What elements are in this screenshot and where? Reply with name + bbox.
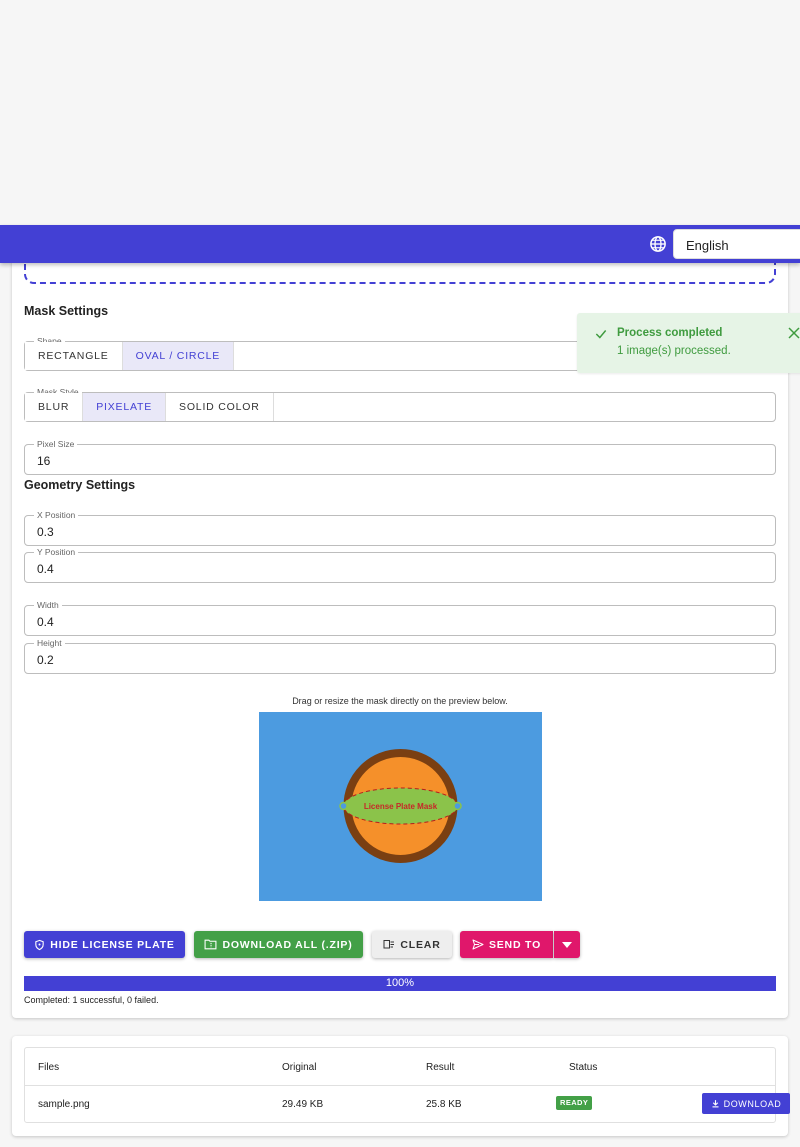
check-icon — [595, 330, 607, 339]
pixel-size-field[interactable]: Pixel Size 16 — [24, 439, 776, 475]
toast-title: Process completed — [617, 327, 723, 339]
status-badge: READY — [556, 1096, 593, 1110]
x-position-legend: X Position — [34, 510, 79, 520]
folder-zip-icon — [204, 939, 217, 950]
app-bar: English — [0, 225, 800, 263]
files-table: Files Original Result Status sample.png … — [24, 1047, 790, 1123]
language-select[interactable]: English — [673, 229, 800, 259]
height-field[interactable]: Height 0.2 — [24, 638, 776, 674]
width-input[interactable]: 0.4 — [37, 615, 54, 629]
download-label: DOWNLOAD — [723, 1098, 782, 1109]
height-input[interactable]: 0.2 — [37, 653, 54, 667]
download-all-zip-button[interactable]: DOWNLOAD ALL (.ZIP) — [194, 931, 363, 958]
width-field[interactable]: Width 0.4 — [24, 600, 776, 636]
header-result: Result — [426, 1062, 455, 1073]
shape-oval-button[interactable]: OVAL / CIRCLE — [122, 342, 235, 370]
files-card: Files Original Result Status sample.png … — [12, 1036, 790, 1136]
geometry-settings-title: Geometry Settings — [24, 478, 136, 492]
preview-canvas: License Plate Mask — [339, 749, 462, 863]
progress-label: 100% — [385, 977, 415, 989]
progress-status: Completed: 1 successful, 0 failed. — [24, 995, 159, 1005]
mask-resize-handle-left[interactable] — [339, 801, 348, 811]
close-icon[interactable] — [788, 327, 800, 339]
cell-file: sample.png — [38, 1099, 90, 1110]
progress-bar: 100% — [24, 976, 776, 991]
pixel-size-legend: Pixel Size — [34, 439, 78, 449]
caret-down-icon — [562, 941, 572, 948]
success-toast: Process completed 1 image(s) processed. — [577, 313, 800, 373]
style-blur-button[interactable]: BLUR — [25, 393, 84, 421]
globe-icon[interactable] — [649, 235, 667, 253]
send-to-dropdown-button[interactable] — [554, 931, 580, 958]
height-legend: Height — [34, 638, 65, 648]
clear-button[interactable]: CLEAR — [372, 931, 452, 958]
style-solid-color-button[interactable]: SOLID COLOR — [166, 393, 274, 421]
header-files: Files — [38, 1062, 60, 1073]
shape-toggle-group: RECTANGLE OVAL / CIRCLE — [25, 342, 235, 370]
shield-icon — [35, 939, 44, 950]
mask-settings-title: Mask Settings — [24, 304, 109, 318]
x-position-field[interactable]: X Position 0.3 — [24, 510, 776, 546]
y-position-legend: Y Position — [34, 547, 79, 557]
header-original: Original — [282, 1062, 317, 1073]
hide-license-plate-label: HIDE LICENSE PLATE — [50, 938, 175, 951]
toast-message: 1 image(s) processed. — [617, 345, 731, 357]
mask-label: License Plate Mask — [364, 802, 438, 811]
cell-original: 29.49 KB — [282, 1099, 324, 1110]
cell-result: 25.8 KB — [426, 1099, 462, 1110]
mask-style-toggle-group: BLUR PIXELATE SOLID COLOR — [25, 393, 274, 421]
send-to-button[interactable]: SEND TO — [460, 931, 553, 958]
send-icon — [472, 939, 484, 950]
download-icon — [712, 1100, 719, 1108]
image-preview[interactable]: License Plate Mask — [259, 712, 542, 901]
pixel-size-input[interactable]: 16 — [37, 454, 50, 468]
send-to-label: SEND TO — [488, 938, 542, 951]
y-position-input[interactable]: 0.4 — [37, 562, 54, 576]
mask-resize-handle-right[interactable] — [453, 801, 462, 811]
hide-license-plate-button[interactable]: HIDE LICENSE PLATE — [24, 931, 185, 958]
clear-all-icon — [383, 940, 395, 949]
download-button[interactable]: DOWNLOAD — [702, 1093, 790, 1114]
clear-label: CLEAR — [400, 938, 441, 951]
preview-hint: Drag or resize the mask directly on the … — [292, 696, 508, 706]
mask-style-field: Mask Style BLUR PIXELATE SOLID COLOR — [24, 387, 776, 422]
shape-rectangle-button[interactable]: RECTANGLE — [25, 342, 123, 370]
x-position-input[interactable]: 0.3 — [37, 525, 54, 539]
y-position-field[interactable]: Y Position 0.4 — [24, 547, 776, 583]
header-status: Status — [569, 1062, 598, 1073]
width-legend: Width — [34, 600, 62, 610]
style-pixelate-button[interactable]: PIXELATE — [83, 393, 167, 421]
table-divider — [25, 1085, 775, 1086]
download-all-label: DOWNLOAD ALL (.ZIP) — [222, 938, 353, 951]
